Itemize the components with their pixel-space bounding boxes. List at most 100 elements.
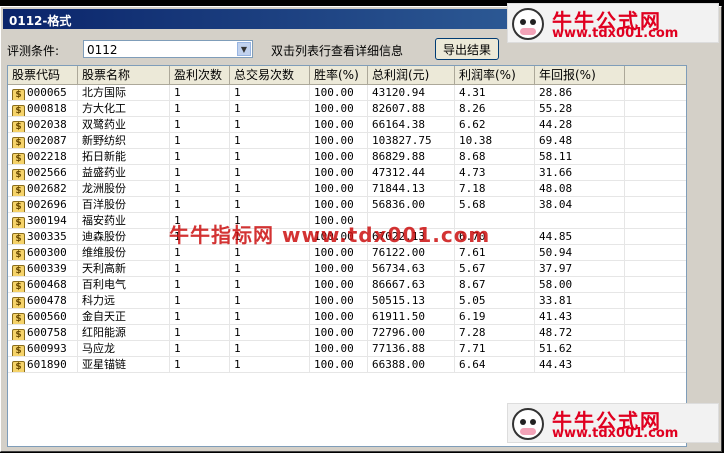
- cell-trades: 1: [230, 309, 310, 325]
- header-blank: [625, 66, 686, 84]
- cell-annual-return: 28.86: [535, 85, 625, 101]
- table-row[interactable]: $600993 马应龙 1 1 100.00 77136.88 7.71 51.62: [8, 341, 686, 357]
- table-row[interactable]: $002696 百洋股份 1 1 100.00 56836.00 5.68 38.04: [8, 197, 686, 213]
- cell-code: $600993: [8, 341, 78, 357]
- cell-winrate: 100.00: [310, 149, 368, 165]
- condition-select[interactable]: 0112 ▼: [83, 40, 253, 58]
- stock-code: 002038: [27, 118, 67, 131]
- cell-profit-rate: 6.64: [455, 357, 535, 373]
- cell-profit-rate: 6.62: [455, 117, 535, 133]
- cell-blank: [625, 357, 686, 373]
- cell-annual-return: 44.43: [535, 357, 625, 373]
- table-row[interactable]: $002038 双鹭药业 1 1 100.00 66164.38 6.62 44.28: [8, 117, 686, 133]
- cell-blank: [625, 245, 686, 261]
- cell-code: $002087: [8, 133, 78, 149]
- cell-winrate: 100.00: [310, 357, 368, 373]
- cell-profit: 61911.50: [368, 309, 455, 325]
- cell-annual-return: 51.62: [535, 341, 625, 357]
- cell-profit: 66164.38: [368, 117, 455, 133]
- table-row[interactable]: $000065 北方国际 1 1 100.00 43120.94 4.31 28.86: [8, 85, 686, 101]
- cell-profit: 72796.00: [368, 325, 455, 341]
- stock-code: 600468: [27, 278, 67, 291]
- header-profit[interactable]: 总利润(元): [368, 66, 455, 84]
- stock-code: 600993: [27, 342, 67, 355]
- cell-winrate: 100.00: [310, 309, 368, 325]
- cell-wins: 1: [170, 85, 230, 101]
- stock-code: 000065: [27, 86, 67, 99]
- header-code[interactable]: 股票代码: [8, 66, 78, 84]
- cell-annual-return: 31.66: [535, 165, 625, 181]
- header-trades[interactable]: 总交易次数: [230, 66, 310, 84]
- table-row[interactable]: $002682 龙洲股份 1 1 100.00 71844.13 7.18 48.08: [8, 181, 686, 197]
- cell-winrate: 100.00: [310, 341, 368, 357]
- cell-wins: 1: [170, 325, 230, 341]
- cell-blank: [625, 117, 686, 133]
- cell-name: 百洋股份: [78, 197, 170, 213]
- table-row[interactable]: $600468 百利电气 1 1 100.00 86667.63 8.67 58.00: [8, 277, 686, 293]
- stock-code: 002696: [27, 198, 67, 211]
- cell-trades: 1: [230, 277, 310, 293]
- condition-value: 0112: [87, 43, 118, 57]
- header-profit-rate[interactable]: 利润率(%): [455, 66, 535, 84]
- dollar-icon: $: [12, 281, 25, 292]
- cell-winrate: 100.00: [310, 293, 368, 309]
- cell-winrate: 100.00: [310, 117, 368, 133]
- cell-code: $600339: [8, 261, 78, 277]
- cell-blank: [625, 181, 686, 197]
- cell-annual-return: 41.43: [535, 309, 625, 325]
- cell-code: $002566: [8, 165, 78, 181]
- cell-wins: 1: [170, 277, 230, 293]
- cell-profit: 82607.88: [368, 101, 455, 117]
- chevron-down-icon[interactable]: ▼: [237, 42, 251, 56]
- cell-trades: 1: [230, 85, 310, 101]
- cell-name: 科力远: [78, 293, 170, 309]
- stock-code: 601890: [27, 358, 67, 371]
- table-row[interactable]: $600560 金自天正 1 1 100.00 61911.50 6.19 41.43: [8, 309, 686, 325]
- cell-name: 天利高新: [78, 261, 170, 277]
- cell-trades: 1: [230, 357, 310, 373]
- table-row[interactable]: $002087 新野纺织 1 1 100.00 103827.75 10.38 69.48: [8, 133, 686, 149]
- dollar-icon: $: [12, 361, 25, 372]
- header-wins[interactable]: 盈利次数: [170, 66, 230, 84]
- cell-code: $600300: [8, 245, 78, 261]
- dollar-icon: $: [12, 313, 25, 324]
- table-row[interactable]: $000818 方大化工 1 1 100.00 82607.88 8.26 55.28: [8, 101, 686, 117]
- dollar-icon: $: [12, 137, 25, 148]
- table-row[interactable]: $002218 拓日新能 1 1 100.00 86829.88 8.68 58.11: [8, 149, 686, 165]
- window-title: 0112-格式: [9, 14, 72, 28]
- cell-wins: 1: [170, 357, 230, 373]
- cell-profit-rate: 4.31: [455, 85, 535, 101]
- cell-wins: 1: [170, 117, 230, 133]
- export-button[interactable]: 导出结果: [435, 38, 499, 60]
- header-name[interactable]: 股票名称: [78, 66, 170, 84]
- stock-code: 002682: [27, 182, 67, 195]
- cell-name: 拓日新能: [78, 149, 170, 165]
- cell-trades: 1: [230, 149, 310, 165]
- hint-text: 双击列表行查看详细信息: [271, 44, 404, 58]
- table-row[interactable]: $601890 亚星锚链 1 1 100.00 66388.00 6.64 44.43: [8, 357, 686, 373]
- header-winrate[interactable]: 胜率(%): [310, 66, 368, 84]
- results-table[interactable]: 股票代码 股票名称 盈利次数 总交易次数 胜率(%) 总利润(元) 利润率(%)…: [7, 65, 687, 447]
- stock-code: 600339: [27, 262, 67, 275]
- table-row[interactable]: $002566 益盛药业 1 1 100.00 47312.44 4.73 31.66: [8, 165, 686, 181]
- table-row[interactable]: $600758 红阳能源 1 1 100.00 72796.00 7.28 48.72: [8, 325, 686, 341]
- cell-code: $601890: [8, 357, 78, 373]
- cell-winrate: 100.00: [310, 197, 368, 213]
- cell-profit: 86667.63: [368, 277, 455, 293]
- header-annual-return[interactable]: 年回报(%): [535, 66, 625, 84]
- table-row[interactable]: $600478 科力远 1 1 100.00 50515.13 5.05 33.81: [8, 293, 686, 309]
- cell-trades: 1: [230, 341, 310, 357]
- stock-code: 000818: [27, 102, 67, 115]
- cell-blank: [625, 149, 686, 165]
- dollar-icon: $: [12, 217, 25, 228]
- cell-winrate: 100.00: [310, 101, 368, 117]
- table-row[interactable]: $600339 天利高新 1 1 100.00 56734.63 5.67 37.97: [8, 261, 686, 277]
- stock-code: 002087: [27, 134, 67, 147]
- cell-blank: [625, 197, 686, 213]
- dollar-icon: $: [12, 329, 25, 340]
- logo-bottom: 牛牛公式网 www.tdx001.com: [507, 403, 719, 443]
- cell-profit-rate: 7.28: [455, 325, 535, 341]
- cell-profit: 43120.94: [368, 85, 455, 101]
- dollar-icon: $: [12, 121, 25, 132]
- dollar-icon: $: [12, 185, 25, 196]
